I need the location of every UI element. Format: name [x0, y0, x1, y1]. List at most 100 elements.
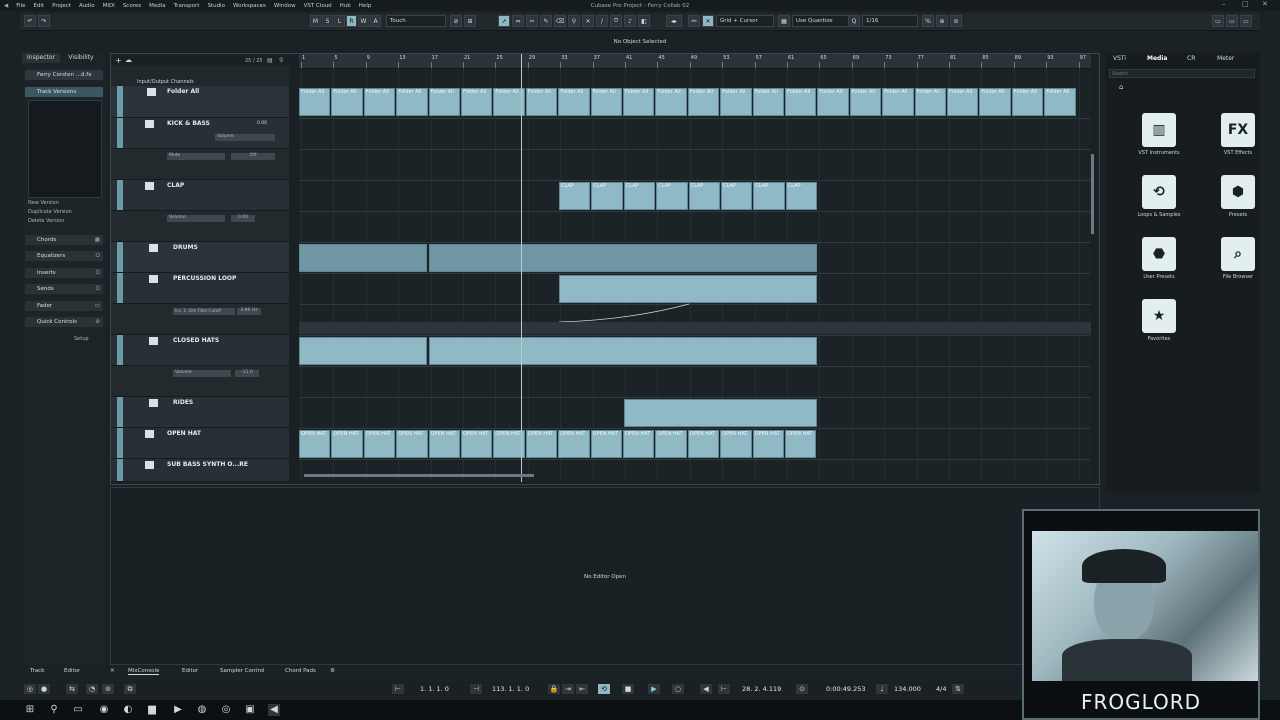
app-logo-icon[interactable]: ◀ — [0, 3, 12, 9]
event-part[interactable]: CLAP — [785, 182, 818, 210]
track-preset-icon[interactable]: ☁ — [125, 56, 132, 64]
taskbar-app-5-icon[interactable]: ▣ — [244, 704, 256, 716]
event-part[interactable]: OPEN HAT — [752, 430, 784, 458]
event-part[interactable]: Folder All — [947, 88, 979, 116]
event-part[interactable]: CLAP — [656, 182, 688, 210]
layout-left-icon[interactable]: ▭ — [1212, 15, 1224, 27]
lane-kick-mute[interactable]: Mute Off — [111, 149, 289, 180]
cubase-taskbar-icon[interactable]: ◀ — [268, 704, 280, 716]
hats-volume-field[interactable]: Volume — [173, 370, 231, 377]
cycle-button[interactable]: ⟲ — [598, 684, 610, 694]
event-part[interactable]: OPEN HAT — [590, 430, 622, 458]
event-part[interactable]: OPEN HAT — [655, 430, 687, 458]
versions-list[interactable] — [28, 100, 102, 198]
event-part[interactable]: OPEN HAT — [525, 430, 558, 458]
event-part[interactable]: OPEN HAT — [396, 430, 428, 458]
tab-track[interactable]: Track — [30, 668, 44, 674]
mute-all-button[interactable]: M — [310, 15, 321, 27]
read-automation-button[interactable]: R — [346, 15, 357, 27]
closed-hats-event-1[interactable] — [299, 337, 427, 365]
event-part[interactable]: Folder All — [752, 88, 784, 116]
section-chords[interactable]: Chords ▦ — [25, 235, 103, 245]
rides-event[interactable] — [624, 399, 817, 427]
transport-record-mode-icon[interactable]: ◎ — [24, 684, 36, 694]
section-sends[interactable]: Sends ⏻ — [25, 284, 103, 294]
event-part[interactable]: CLAP — [753, 182, 785, 210]
time-format-icon[interactable]: ⊙ — [796, 684, 808, 694]
snap-grid-icon[interactable]: ✕ — [702, 15, 714, 27]
event-part[interactable]: CLAP — [591, 182, 623, 210]
left-locator-field[interactable]: 1. 1. 1. 0 — [420, 684, 449, 694]
tab-cr[interactable]: CR — [1187, 55, 1195, 62]
event-part[interactable]: OPEN HAT — [687, 430, 720, 458]
delete-version-button[interactable]: Delete Version — [28, 218, 64, 224]
track-closed-hats[interactable]: CLOSED HATS — [111, 335, 289, 366]
event-part[interactable]: Folder All — [849, 88, 882, 116]
taskbar-app-2-icon[interactable]: ◐ — [122, 704, 134, 716]
listen-button[interactable]: L — [334, 15, 345, 27]
event-part[interactable]: Folder All — [817, 88, 849, 116]
menu-file[interactable]: File — [12, 3, 29, 9]
draw-tool-icon[interactable]: ✎ — [540, 15, 552, 27]
section-equalizers[interactable]: Equalizers ⏻ — [25, 251, 103, 261]
track-list-options-icon[interactable]: ▤ — [267, 57, 273, 64]
rides-mute-button[interactable] — [149, 399, 158, 407]
left-locator-icon[interactable]: ⊢ — [392, 684, 404, 694]
setup-button[interactable]: Setup — [74, 336, 89, 342]
track-drums[interactable]: DRUMS — [111, 242, 289, 273]
ruler[interactable]: 1 5 9 13 17 21 25 29 33 37 41 45 49 53 57 61 65 69 73 77 81 8… — [299, 54, 1091, 69]
event-part[interactable]: Folder All — [558, 88, 590, 116]
folder-mute-button[interactable] — [147, 88, 156, 96]
new-version-button[interactable]: New Version — [28, 200, 59, 206]
media-presets[interactable]: ⬢ Presets — [1208, 175, 1268, 218]
range-tool-icon[interactable]: ⇔ — [512, 15, 524, 27]
play-button[interactable]: ▶ — [648, 684, 660, 694]
iq-icon[interactable]: % — [922, 15, 934, 27]
menu-media[interactable]: Media — [145, 3, 170, 9]
hats-volume-value[interactable]: -11.0 — [235, 370, 259, 377]
constrain-icon[interactable]: ⊘ — [450, 15, 462, 27]
quantize-apply-icon[interactable]: ⊕ — [936, 15, 948, 27]
stop-button[interactable]: ■ — [622, 684, 634, 694]
event-part[interactable]: Folder All — [914, 88, 946, 116]
transport-marker-icon[interactable]: ⧉ — [124, 684, 136, 694]
media-vst-instruments[interactable]: ▥ VST Instruments — [1129, 113, 1189, 156]
drums-event-1[interactable] — [299, 244, 427, 272]
drums-event-2[interactable] — [429, 244, 817, 272]
tab-media[interactable]: Media — [1147, 55, 1167, 62]
redo-icon[interactable]: ↷ — [38, 15, 50, 27]
media-file-browser[interactable]: ⌕ File Browser — [1208, 237, 1268, 280]
track-rides[interactable]: RIDES — [111, 397, 289, 428]
kick-mute-button[interactable] — [145, 120, 154, 128]
menu-studio[interactable]: Studio — [203, 3, 229, 9]
quantize-value-select[interactable]: 1/16 — [862, 15, 918, 27]
percussion-loop-event[interactable] — [559, 275, 817, 303]
track-versions-section[interactable]: Track Versions — [25, 87, 103, 97]
undo-icon[interactable]: ↶ — [24, 15, 36, 27]
menu-edit[interactable]: Edit — [29, 3, 48, 9]
event-part[interactable]: Folder All — [1044, 88, 1076, 116]
menu-audio[interactable]: Audio — [75, 3, 99, 9]
tab-meter[interactable]: Meter — [1217, 55, 1234, 62]
chrome-icon[interactable]: ◍ — [196, 704, 208, 716]
quantize-setup-icon[interactable]: ⊘ — [950, 15, 962, 27]
taskbar-app-3-icon[interactable]: ▶ — [172, 704, 184, 716]
media-vst-effects[interactable]: FX VST Effects — [1208, 113, 1268, 156]
menu-help[interactable]: Help — [355, 3, 376, 9]
event-part[interactable]: Folder All — [687, 88, 720, 116]
clap-volume-value[interactable]: 0.00 — [231, 215, 255, 222]
tempo-display[interactable]: 134.000 — [894, 684, 921, 694]
event-part[interactable]: Folder All — [461, 88, 493, 116]
event-part[interactable]: OPEN HAT — [623, 430, 655, 458]
taskbar-search-icon[interactable]: ⚲ — [48, 704, 60, 716]
subbass-mute-button[interactable] — [145, 461, 154, 469]
menu-window[interactable]: Window — [270, 3, 300, 9]
transport-punch-icon[interactable]: ⇆ — [66, 684, 78, 694]
event-part[interactable]: Folder All — [979, 88, 1011, 116]
menu-scores[interactable]: Scores — [119, 3, 145, 9]
event-part[interactable]: Folder All — [299, 88, 331, 116]
media-favorites[interactable]: ★ Favorites — [1129, 299, 1189, 342]
event-part[interactable]: Folder All — [590, 88, 622, 116]
file-explorer-icon[interactable]: ▆ — [146, 704, 158, 716]
tab-visibility[interactable]: Visibility — [62, 53, 100, 63]
